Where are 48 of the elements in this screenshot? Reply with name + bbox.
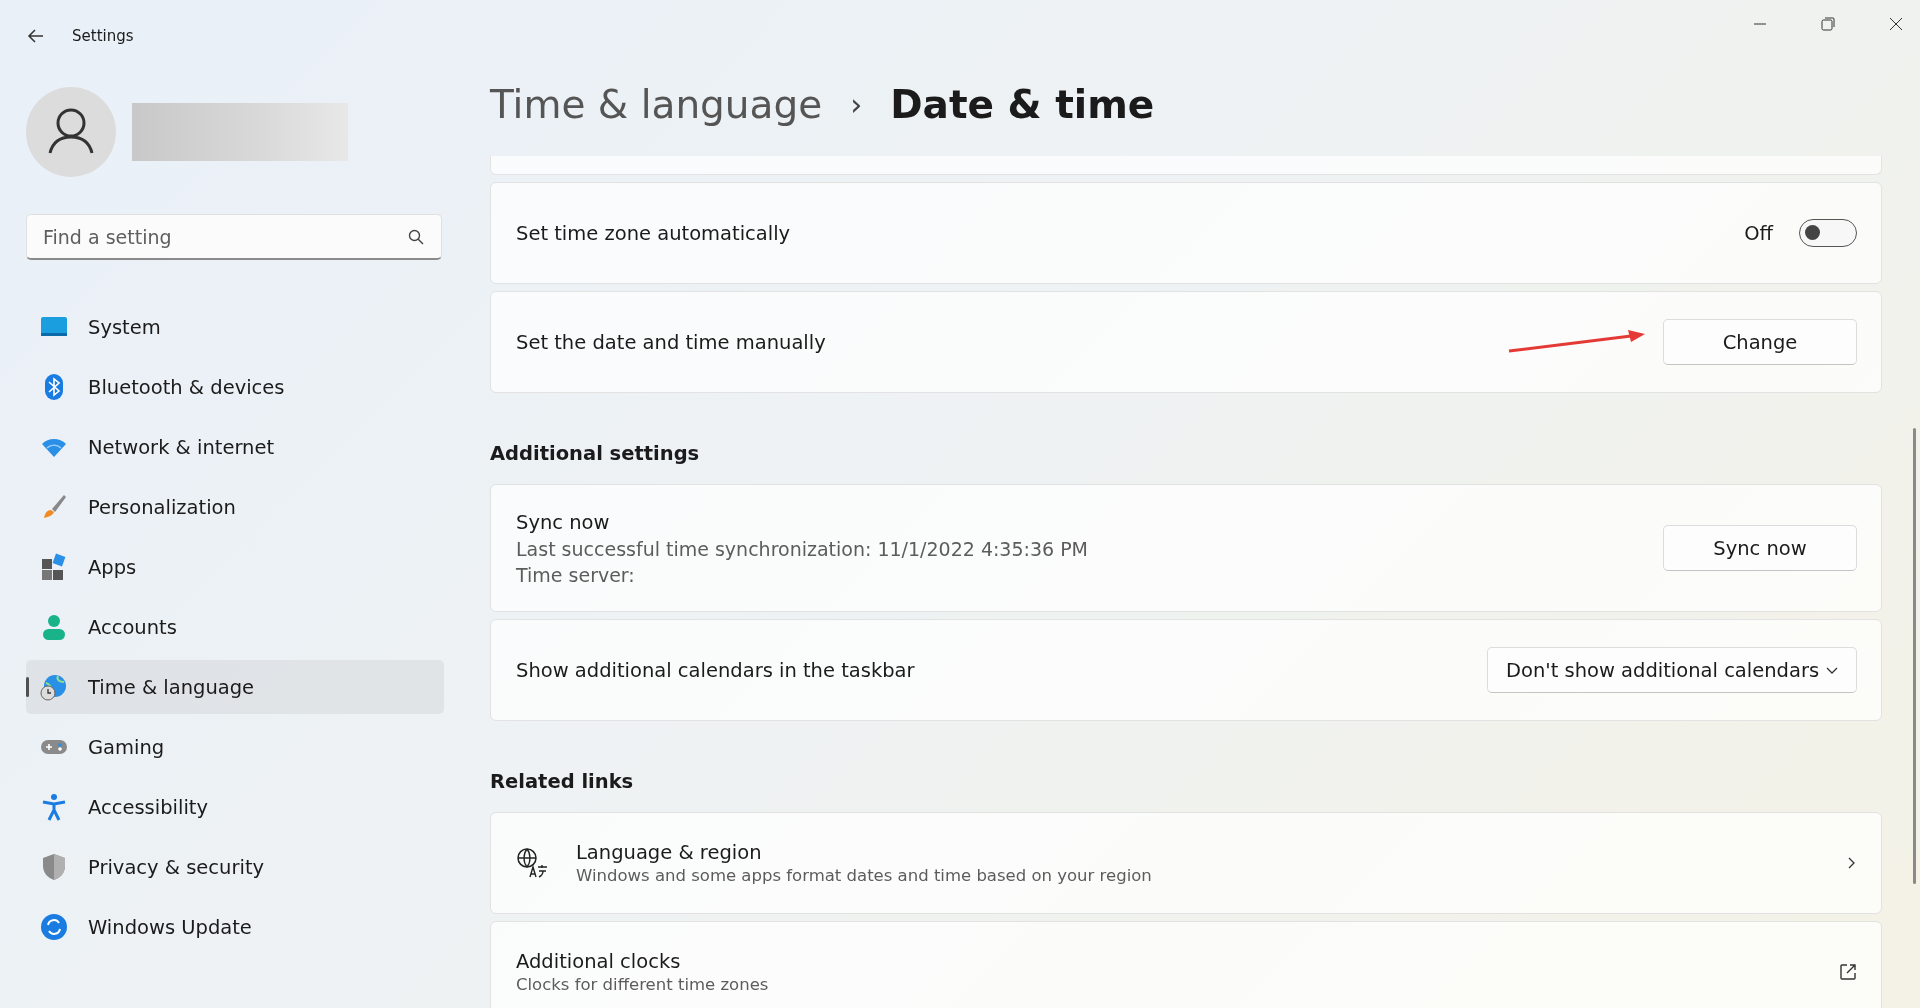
nav-item[interactable]: System	[26, 300, 444, 354]
nav-item[interactable]: Bluetooth & devices	[26, 360, 444, 414]
setting-title: Set time zone automatically	[516, 221, 792, 245]
nav-item[interactable]: Accounts	[26, 600, 444, 654]
setting-title: Set the date and time manually	[516, 330, 827, 354]
nav-icon	[40, 913, 68, 941]
section-heading: Additional settings	[490, 442, 701, 465]
nav-item[interactable]: Time & language	[26, 660, 444, 714]
setting-detail: Last successful time synchronization: 11/1/2022 4:35:36 PM	[516, 537, 1089, 560]
search-icon[interactable]	[408, 229, 424, 245]
nav-icon	[40, 613, 68, 641]
nav-item[interactable]: Gaming	[26, 720, 444, 774]
section-heading: Related links	[490, 770, 635, 793]
nav-item[interactable]: Apps	[26, 540, 444, 594]
setting-detail: Time server:	[516, 563, 636, 586]
restore-icon[interactable]	[1820, 16, 1836, 32]
close-icon[interactable]	[1888, 16, 1904, 32]
setting-title: Language & region	[576, 841, 763, 864]
nav-item[interactable]: Windows Update	[26, 900, 444, 954]
setting-description: Windows and some apps format dates and time based on your region	[576, 866, 1153, 885]
nav-item[interactable]: Privacy & security	[26, 840, 444, 894]
avatar-icon[interactable]	[26, 87, 116, 177]
search-field[interactable]: Find a setting	[26, 214, 442, 260]
nav-icon	[40, 853, 68, 881]
setting-description: Clocks for different time zones	[516, 975, 770, 994]
nav-item[interactable]: Network & internet	[26, 420, 444, 474]
nav-item[interactable]: Personalization	[26, 480, 444, 534]
nav-item[interactable]: Accessibility	[26, 780, 444, 834]
external-link-icon	[1839, 963, 1857, 981]
scrollbar-thumb[interactable]	[1913, 428, 1916, 884]
language-icon	[516, 847, 548, 879]
toggle-state-label: Off	[1744, 221, 1773, 245]
breadcrumb-parent[interactable]: Time & language	[490, 81, 823, 127]
window-title: Settings	[72, 27, 134, 45]
nav-icon	[40, 673, 68, 701]
setting-title: Show additional calendars in the taskbar	[516, 658, 916, 682]
card-button[interactable]: Sync now	[1663, 525, 1857, 571]
card-button[interactable]: Change	[1663, 319, 1857, 365]
setting-title: Sync now	[516, 510, 611, 534]
page-title: Date & time	[890, 81, 1155, 127]
setting-card[interactable]: Additional clocks Clocks for different time zones	[490, 921, 1882, 1008]
nav-icon	[40, 553, 68, 581]
breadcrumb-separator: ›	[850, 86, 863, 122]
setting-title: Additional clocks	[516, 950, 682, 973]
calendar-dropdown[interactable]: Don't show additional calendars	[1487, 647, 1857, 693]
toggle-switch[interactable]	[1799, 219, 1857, 247]
setting-card[interactable]: Language & region Windows and some apps format dates and time based on your region	[490, 812, 1882, 914]
nav-icon	[40, 793, 68, 821]
